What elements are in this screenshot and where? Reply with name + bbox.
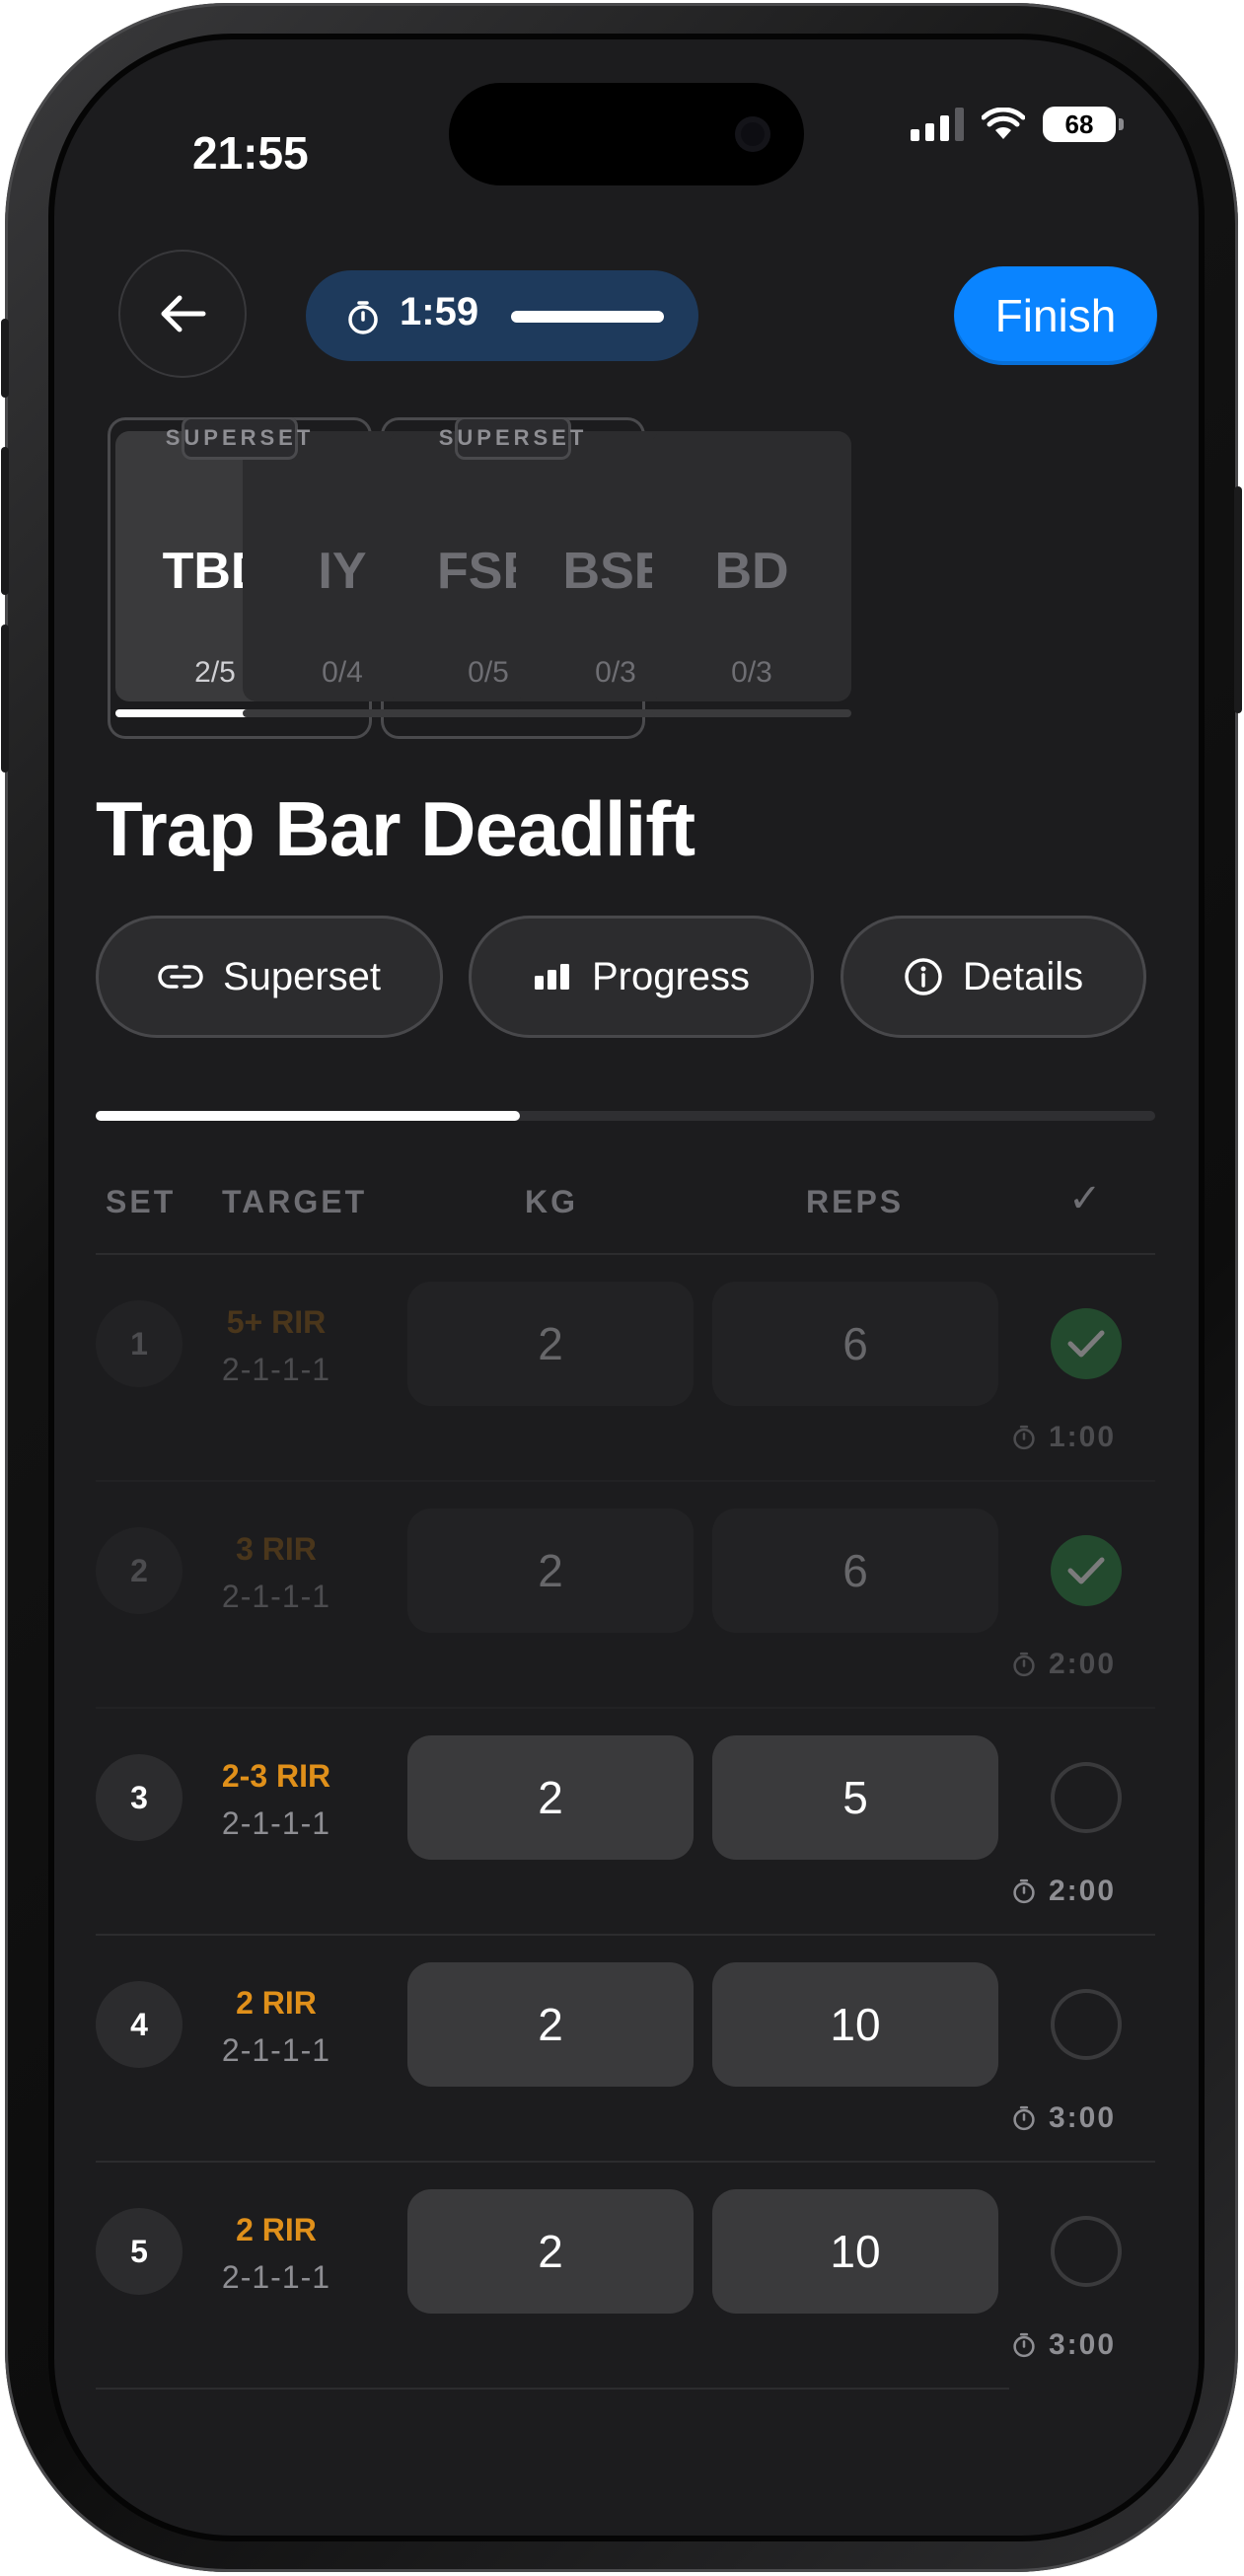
target-scheme: 2-1-1-1 — [221, 1805, 331, 1841]
progress-button[interactable]: Progress — [469, 916, 814, 1038]
camera-icon — [735, 116, 770, 152]
rest-time-value: 3:00 — [1049, 2328, 1117, 2361]
set-row: 1 5+ RIR 2-1-1-1 2 6 1:00 — [54, 1255, 1199, 1482]
set-number: 1 — [96, 1300, 183, 1387]
details-button[interactable]: Details — [841, 916, 1146, 1038]
target-rir: 5+ RIR — [226, 1304, 327, 1340]
stopwatch-icon — [1013, 1425, 1035, 1450]
rest-time-value: 2:00 — [1049, 1875, 1117, 1907]
exercise-abbr: BD — [714, 543, 789, 600]
info-icon — [905, 958, 942, 995]
rest-timer-pill[interactable]: 1:59 — [306, 270, 698, 361]
col-header-reps: REPS — [806, 1184, 905, 1219]
stopwatch-icon — [1013, 2105, 1035, 2131]
stopwatch-icon — [348, 301, 378, 334]
set-complete-toggle[interactable] — [1051, 2216, 1122, 2287]
dynamic-island — [449, 83, 804, 185]
set-number: 5 — [96, 2208, 183, 2295]
col-header-set: SET — [106, 1184, 177, 1219]
col-header-kg: KG — [525, 1184, 578, 1219]
target-rir: 3 RIR — [236, 1531, 317, 1567]
checkmark-icon — [1067, 1330, 1105, 1358]
bar-chart-icon — [534, 964, 569, 990]
set-row: 3 2-3 RIR 2-1-1-1 2 5 2:00 — [54, 1709, 1199, 1936]
exercise-tile-bd[interactable]: BD 0/3 — [652, 431, 851, 701]
target-scheme: 2-1-1-1 — [221, 1579, 331, 1614]
back-button[interactable] — [118, 250, 247, 378]
superset-group-label: SUPERSET — [439, 417, 583, 460]
rest-time-value: 1:00 — [1049, 1421, 1117, 1453]
phone-frame: 21:55 68 1:59 Finish SUPERSET SUPERSET T… — [1, 3, 1242, 2572]
rest-timer-value: 1:59 — [400, 290, 479, 333]
set-complete-toggle[interactable] — [1051, 1308, 1122, 1379]
col-header-target: TARGET — [222, 1184, 368, 1219]
link-icon — [158, 965, 203, 989]
reps-input[interactable]: 10 — [712, 2189, 998, 2314]
status-time: 21:55 — [192, 127, 309, 179]
set-progress-fill — [96, 1111, 520, 1121]
set-row: 4 2 RIR 2-1-1-1 2 10 3:00 — [54, 1936, 1199, 2163]
set-number: 3 — [96, 1754, 183, 1841]
superset-button[interactable]: Superset — [96, 916, 443, 1038]
exercise-tile-indicator — [652, 709, 851, 717]
kg-input[interactable]: 2 — [407, 1282, 694, 1406]
volume-up-button — [1, 447, 9, 595]
superset-group-label: SUPERSET — [166, 417, 310, 460]
reps-input[interactable]: 10 — [712, 1962, 998, 2087]
app-screen: 21:55 68 1:59 Finish SUPERSET SUPERSET T… — [54, 39, 1199, 2536]
set-row: 2 3 RIR 2-1-1-1 2 6 2:00 — [54, 1482, 1199, 1709]
side-button — [1234, 486, 1242, 713]
wifi-icon — [982, 108, 1025, 139]
set-complete-toggle[interactable] — [1051, 1989, 1122, 2060]
target-rir: 2-3 RIR — [221, 1758, 331, 1794]
reps-input[interactable]: 5 — [712, 1735, 998, 1860]
target-scheme: 2-1-1-1 — [221, 1352, 331, 1387]
rest-time-value: 2:00 — [1049, 1648, 1117, 1680]
rest-time: 2:00 — [1011, 1648, 1189, 1681]
set-number: 4 — [96, 1981, 183, 2068]
reps-input[interactable]: 6 — [712, 1282, 998, 1406]
kg-input[interactable]: 2 — [407, 1962, 694, 2087]
arrow-left-icon — [161, 295, 206, 332]
finish-button[interactable]: Finish — [954, 266, 1157, 365]
cellular-signal-icon — [911, 108, 964, 141]
rest-timer-bar — [511, 311, 664, 323]
rest-time: 2:00 — [1011, 1875, 1189, 1908]
action-button — [1, 319, 9, 398]
exercise-count: 0/3 — [731, 656, 772, 689]
kg-input[interactable]: 2 — [407, 1509, 694, 1633]
status-icons: 68 — [911, 107, 1124, 142]
exercise-title: Trap Bar Deadlift — [96, 785, 695, 872]
target-rir: 2 RIR — [236, 1985, 317, 2021]
set-complete-toggle[interactable] — [1051, 1535, 1122, 1606]
checkmark-icon — [1067, 1557, 1105, 1584]
stopwatch-icon — [1013, 2332, 1035, 2358]
set-complete-toggle[interactable] — [1051, 1762, 1122, 1833]
target-scheme: 2-1-1-1 — [221, 2032, 331, 2068]
set-row: 5 2 RIR 2-1-1-1 2 10 3:00 — [54, 2163, 1199, 2390]
row-divider — [96, 2388, 1009, 2390]
stopwatch-icon — [1013, 1652, 1035, 1677]
progress-button-label: Progress — [591, 954, 751, 998]
battery-indicator: 68 — [1043, 107, 1124, 142]
col-header-check: ✓ — [1068, 1177, 1102, 1220]
reps-input[interactable]: 6 — [712, 1509, 998, 1633]
target-rir: 2 RIR — [236, 2212, 317, 2247]
rest-time: 1:00 — [1011, 1421, 1189, 1454]
set-number: 2 — [96, 1527, 183, 1614]
set-progress-track — [96, 1111, 1155, 1121]
rest-time: 3:00 — [1011, 2328, 1189, 2362]
stopwatch-icon — [1013, 1878, 1035, 1904]
superset-button-label: Superset — [222, 954, 382, 998]
target-scheme: 2-1-1-1 — [221, 2259, 331, 2295]
kg-input[interactable]: 2 — [407, 1735, 694, 1860]
rest-time: 3:00 — [1011, 2101, 1189, 2135]
exercise-strip[interactable]: SUPERSET SUPERSET TBD 2/5 IY 0/4 FSB 0/5… — [90, 417, 1199, 743]
kg-input[interactable]: 2 — [407, 2189, 694, 2314]
details-button-label: Details — [962, 954, 1084, 998]
volume-down-button — [1, 625, 9, 773]
rest-time-value: 3:00 — [1049, 2101, 1117, 2134]
